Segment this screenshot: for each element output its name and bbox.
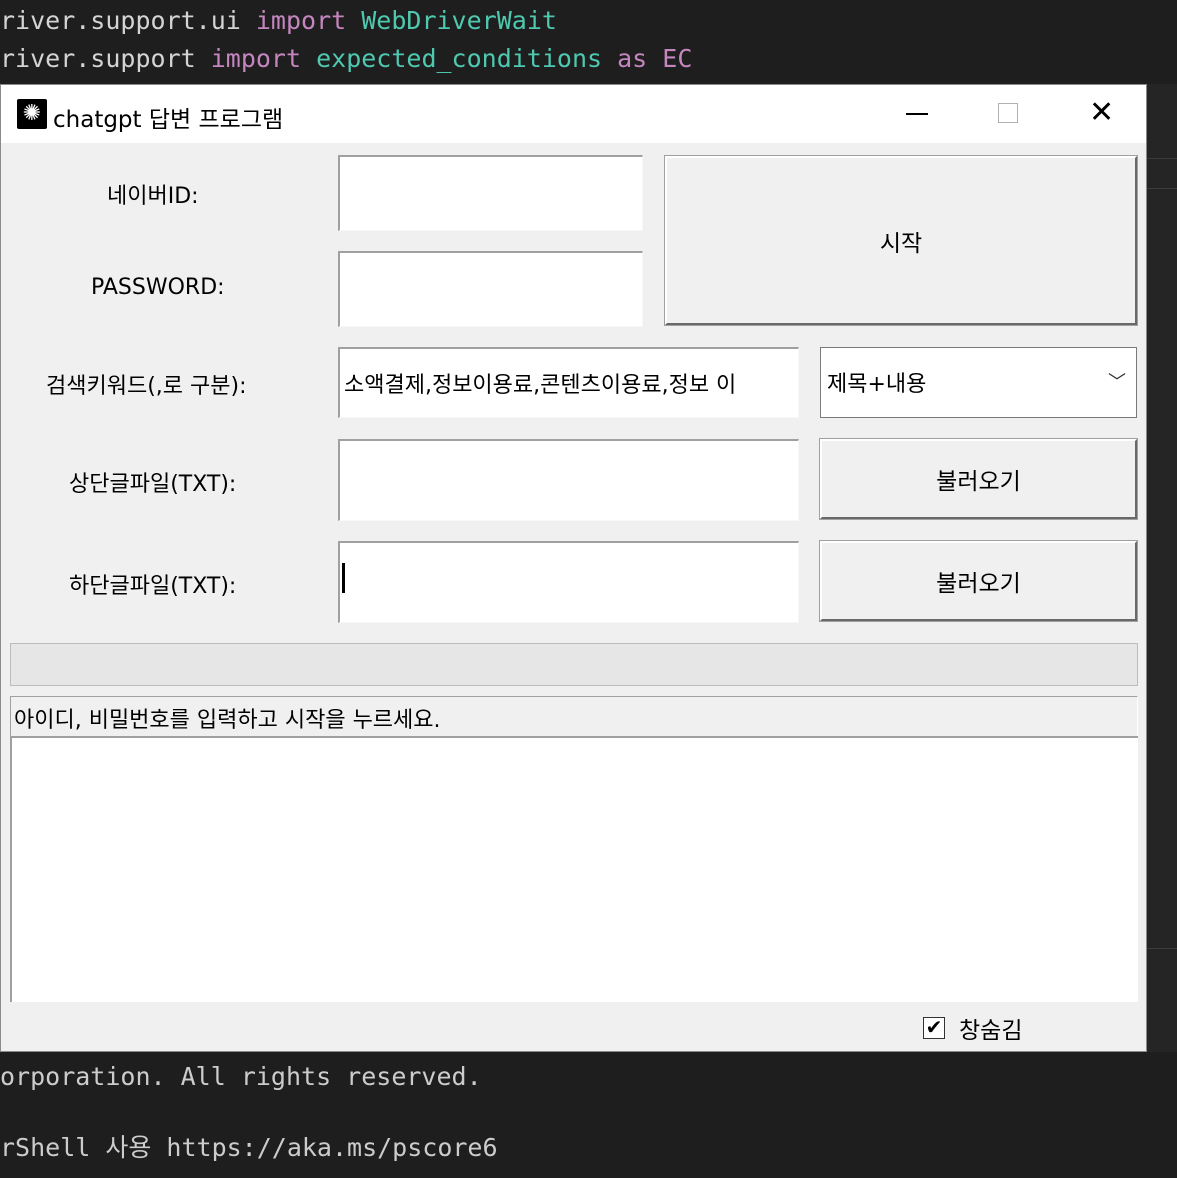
maximize-icon [998,103,1018,123]
editor-side-panel [1147,84,1177,1052]
top-file-load-label: 불러오기 [936,469,1021,495]
terminal-line: rShell 사용 https://aka.ms/pscore6 [0,1133,498,1162]
editor-divider [1147,188,1177,189]
chevron-down-icon: ﹀ [1108,372,1126,393]
openai-logo-icon: ✺ [17,99,47,129]
top-file-label: 상단글파일(TXT): [69,472,237,497]
keyword-input[interactable]: 소액결제,정보이용료,콘텐츠이용료,정보 이 [338,347,799,418]
top-file-input[interactable] [338,439,799,521]
app-window: ✺ chatgpt 답변 프로그램 ✕ 네이버ID: PASSWORD: 시작 … [0,84,1147,1052]
naver-id-input[interactable] [338,155,643,231]
bottom-file-load-button[interactable]: 불러오기 [819,540,1138,622]
status-message: 아이디, 비밀번호를 입력하고 시작을 누르세요. [10,696,1138,736]
start-button-label: 시작 [879,230,923,257]
editor-code-line: river.support import expected_conditions… [0,44,693,73]
hide-window-label: 창숨김 [959,1018,1023,1044]
maximize-button[interactable] [963,85,1055,143]
close-button[interactable]: ✕ [1055,85,1147,143]
start-button[interactable]: 시작 [664,155,1138,326]
keyword-label: 검색키워드(,로 구분): [46,374,247,399]
editor-divider [1147,948,1177,949]
search-scope-select[interactable]: 제목+내용 ﹀ [820,347,1137,418]
bottom-file-label: 하단글파일(TXT): [69,574,237,599]
search-scope-value: 제목+내용 [827,372,927,397]
password-label: PASSWORD: [91,275,225,300]
editor-divider [1147,158,1177,159]
window-title: chatgpt 답변 프로그램 [53,107,284,133]
top-file-load-button[interactable]: 불러오기 [819,438,1138,520]
log-textarea[interactable] [10,736,1138,1002]
bottom-file-input[interactable] [338,541,799,623]
password-input[interactable] [338,251,643,327]
hide-window-checkbox[interactable]: ✔ 창숨김 [923,1011,1022,1045]
checkbox-checked-icon[interactable]: ✔ [923,1017,945,1039]
close-icon: ✕ [1089,95,1115,130]
progress-bar [10,643,1138,686]
naver-id-label: 네이버ID: [107,184,199,209]
minimize-button[interactable] [871,85,963,143]
bottom-file-load-label: 불러오기 [936,571,1021,597]
title-bar[interactable]: ✺ chatgpt 답변 프로그램 ✕ [1,85,1146,143]
terminal-line: orporation. All rights reserved. [0,1062,482,1091]
minimize-icon [906,113,928,115]
editor-code-line: river.support.ui import WebDriverWait [0,6,557,35]
text-caret [342,563,345,593]
